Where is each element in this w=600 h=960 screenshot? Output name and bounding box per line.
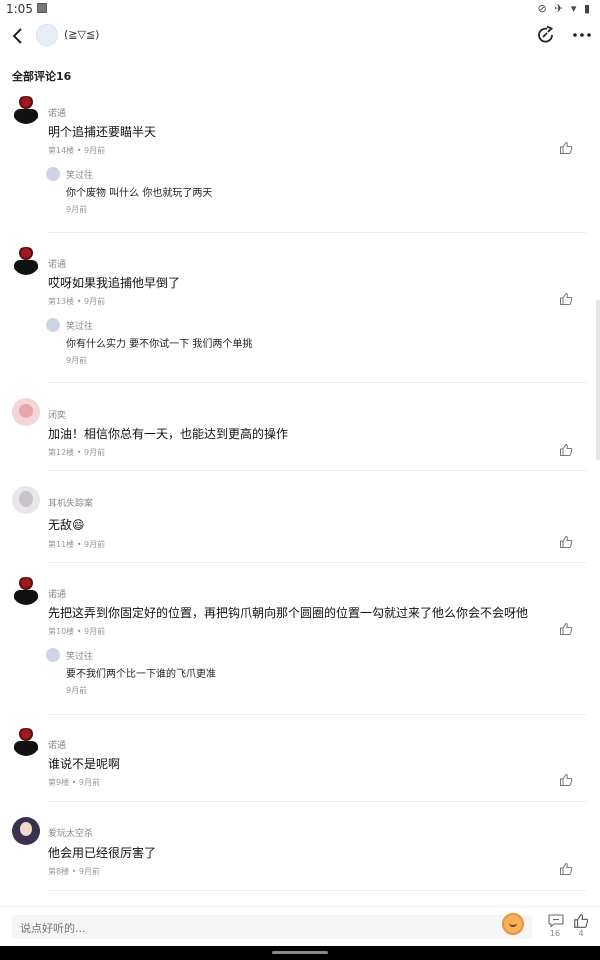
user-avatar[interactable] bbox=[12, 577, 40, 605]
comment-text: 谁说不是呢啊 bbox=[48, 757, 121, 771]
chevron-left-icon bbox=[12, 28, 22, 44]
comment-text: 加油！相信你总有一天，也能达到更高的操作 bbox=[48, 427, 289, 441]
image-notification-icon bbox=[37, 3, 47, 13]
scrollbar[interactable] bbox=[596, 300, 600, 460]
reply-avatar[interactable] bbox=[46, 167, 60, 181]
header-avatar[interactable] bbox=[36, 24, 58, 46]
status-time: 1:05 bbox=[6, 2, 33, 16]
status-icons: ⊘ ✈ ▾ ▮ bbox=[537, 2, 592, 15]
reply-meta: 9月前 bbox=[66, 686, 88, 695]
reply-text: 你个废物 叫什么 你也就玩了两天 bbox=[66, 188, 213, 199]
user-avatar[interactable] bbox=[12, 486, 40, 514]
reply-text: 要不我们两个比一下谁的飞爪更准 bbox=[66, 669, 216, 680]
back-button[interactable] bbox=[8, 26, 28, 46]
comment-count: 16 bbox=[549, 929, 561, 938]
user-avatar[interactable] bbox=[12, 817, 40, 845]
comment-author[interactable]: 耳机失踪案 bbox=[48, 496, 93, 509]
reply-author[interactable]: 笑过往 bbox=[66, 319, 93, 332]
comment-author[interactable]: 诺通 bbox=[48, 738, 66, 751]
comment-meta: 第9楼 • 9月前 bbox=[48, 778, 100, 787]
thumbs-up-icon[interactable] bbox=[559, 773, 573, 787]
comment-author[interactable]: 闭奕 bbox=[48, 408, 66, 421]
comment-author[interactable]: 诺通 bbox=[48, 106, 66, 119]
reply-avatar[interactable] bbox=[46, 318, 60, 332]
comment-meta: 第11楼 • 9月前 bbox=[48, 540, 106, 549]
thumbs-up-icon[interactable] bbox=[559, 141, 573, 155]
comment-author[interactable]: 诺通 bbox=[48, 587, 66, 600]
thumbs-up-icon[interactable] bbox=[559, 535, 573, 549]
more-options-button[interactable] bbox=[572, 25, 592, 45]
divider bbox=[48, 890, 586, 891]
comment-meta: 第12楼 • 9月前 bbox=[48, 448, 106, 457]
comment-meta: 第14楼 • 9月前 bbox=[48, 146, 106, 155]
user-avatar[interactable] bbox=[12, 728, 40, 756]
emoji-button[interactable] bbox=[502, 913, 524, 935]
reply-meta: 9月前 bbox=[66, 356, 88, 365]
comment-count-button[interactable]: 16 bbox=[546, 911, 564, 941]
comment-text: 先把这弄到你固定好的位置，再把钩爪朝向那个圆圈的位置一勾就过来了他么你会不会呀他 bbox=[48, 606, 529, 620]
user-avatar[interactable] bbox=[12, 398, 40, 426]
user-avatar[interactable] bbox=[12, 96, 40, 124]
reply-text: 你有什么实力 要不你试一下 我们两个单挑 bbox=[66, 339, 253, 350]
thumbs-up-icon[interactable] bbox=[559, 292, 573, 306]
divider bbox=[48, 801, 586, 802]
comment-author[interactable]: 爱玩太空杀 bbox=[48, 826, 93, 839]
comment-input[interactable] bbox=[18, 918, 492, 938]
reply-meta: 9月前 bbox=[66, 205, 88, 214]
share-icon bbox=[538, 25, 554, 43]
divider bbox=[48, 562, 586, 563]
reply-author[interactable]: 笑过往 bbox=[66, 649, 93, 662]
thumbs-up-icon[interactable] bbox=[559, 862, 573, 876]
comment-meta: 第13楼 • 9月前 bbox=[48, 297, 106, 306]
comment-text: 明个追捕还要瞄半天 bbox=[48, 125, 157, 139]
comment-meta: 第10楼 • 9月前 bbox=[48, 627, 106, 636]
comment-input-bar: 16 4 bbox=[0, 906, 600, 947]
top-header: (≧▽≦) bbox=[0, 18, 600, 58]
thumbs-up-icon[interactable] bbox=[559, 443, 573, 457]
divider bbox=[48, 232, 586, 233]
comment-input-box[interactable] bbox=[12, 915, 532, 939]
like-count: 4 bbox=[578, 929, 584, 938]
system-nav-bar bbox=[0, 946, 600, 960]
home-indicator[interactable] bbox=[272, 951, 328, 954]
share-button[interactable] bbox=[536, 25, 556, 45]
user-avatar[interactable] bbox=[12, 247, 40, 275]
status-bar: 1:05 ⊘ ✈ ▾ ▮ bbox=[0, 0, 600, 18]
reply-author[interactable]: 笑过往 bbox=[66, 168, 93, 181]
reply-avatar[interactable] bbox=[46, 648, 60, 662]
thumbs-up-icon bbox=[574, 914, 589, 928]
divider bbox=[48, 382, 586, 383]
divider bbox=[48, 714, 586, 715]
comment-meta: 第8楼 • 9月前 bbox=[48, 867, 100, 876]
comment-text: 哎呀如果我追捕他早倒了 bbox=[48, 276, 181, 290]
divider bbox=[48, 470, 586, 471]
comments-section-title: 全部评论16 bbox=[12, 70, 72, 83]
like-button[interactable]: 4 bbox=[572, 911, 590, 941]
comment-author[interactable]: 诺通 bbox=[48, 257, 66, 270]
comment-text: 无敌😄 bbox=[48, 518, 85, 532]
more-icon bbox=[573, 33, 591, 37]
header-title: (≧▽≦) bbox=[64, 28, 100, 41]
comment-text: 他会用已经很厉害了 bbox=[48, 846, 157, 860]
comment-icon bbox=[548, 914, 564, 928]
thumbs-up-icon[interactable] bbox=[559, 622, 573, 636]
